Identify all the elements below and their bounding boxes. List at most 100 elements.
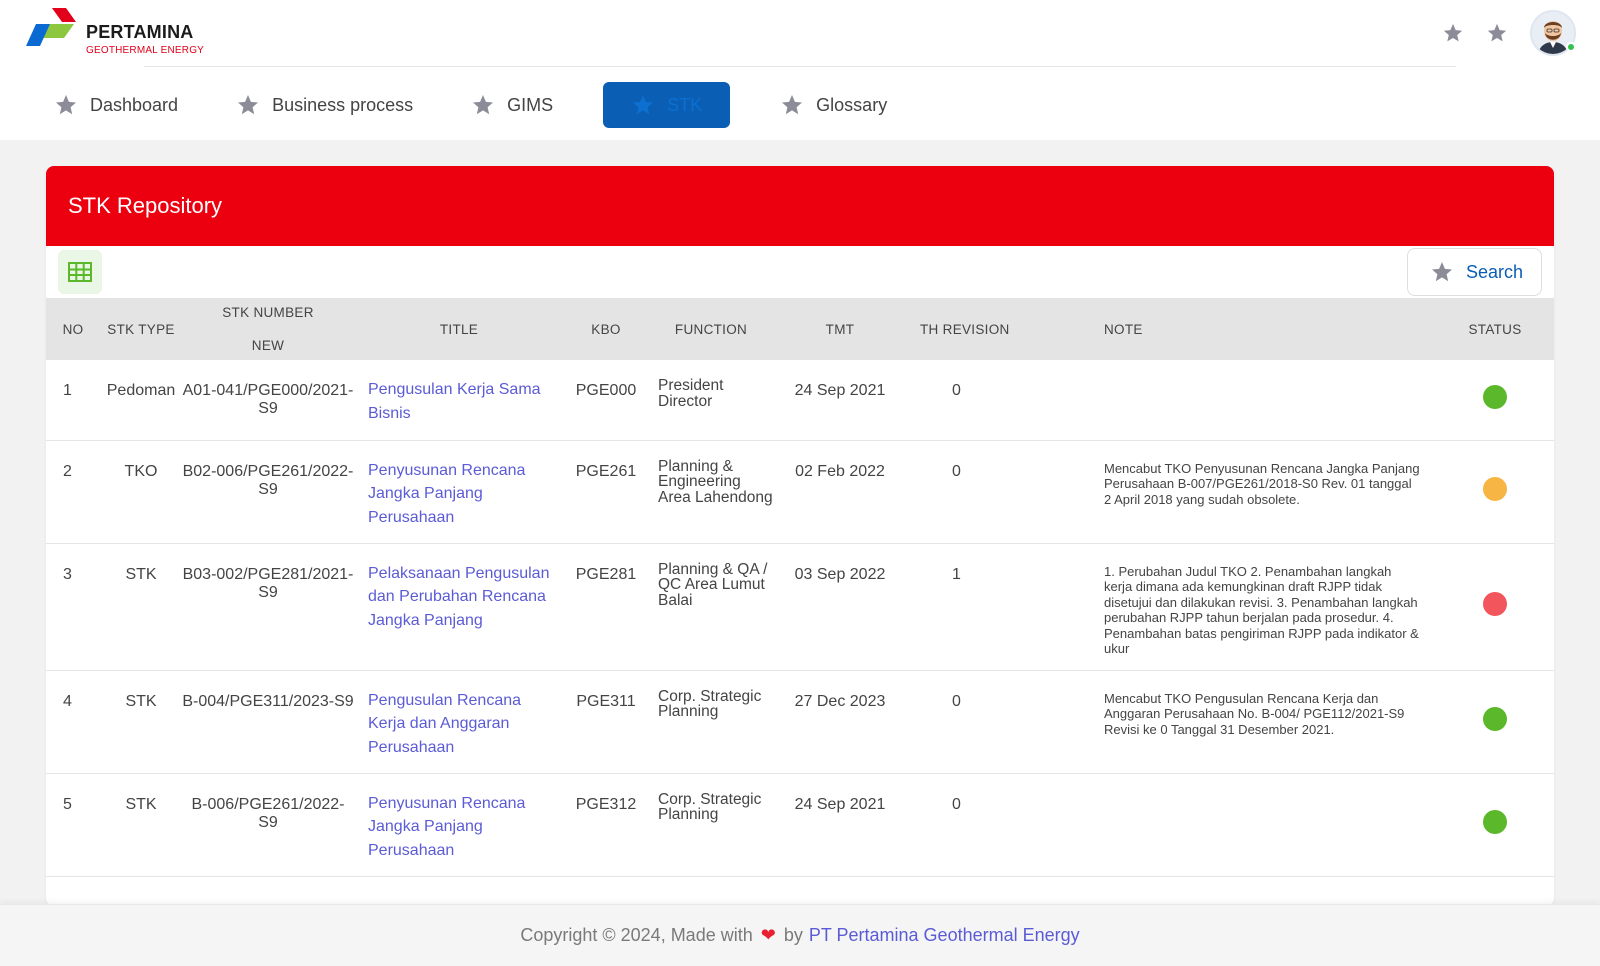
table-row: 2 TKO B02-006/PGE261/2022-S9 Penyusunan … — [46, 440, 1554, 544]
cell-th-revision: 0 — [906, 360, 1096, 441]
nav-item-gims[interactable]: GIMS — [457, 82, 567, 128]
search-label: Search — [1466, 261, 1524, 282]
title-link[interactable]: Penyusunan Rencana Jangka Panjang Perusa… — [368, 462, 525, 526]
cell-no: 1 — [46, 360, 100, 441]
col-header-tmt[interactable]: TMT — [774, 298, 906, 360]
col-header-kbo[interactable]: KBO — [564, 298, 648, 360]
cell-title: Penyusunan Rencana Jangka Panjang Perusa… — [354, 773, 564, 877]
cell-tmt: 24 Sep 2021 — [774, 360, 906, 441]
cell-no: 4 — [46, 670, 100, 774]
heart-icon: ❤ — [760, 925, 776, 945]
status-indicator-dot — [1483, 707, 1507, 731]
nav-item-stk[interactable]: STK — [603, 82, 731, 128]
cell-note: 1. Perubahan Judul TKO 2. Penambahan lan… — [1096, 543, 1436, 671]
col-header-no[interactable]: NO — [46, 298, 100, 360]
title-link[interactable]: Pelaksanaan Pengusulan dan Perubahan Ren… — [368, 565, 549, 629]
title-link[interactable]: Pengusulan Kerja Sama Bisnis — [368, 381, 541, 422]
cell-kbo: PGE000 — [564, 360, 648, 441]
stk-repository-card: STK Repository Search NO STK TYPE STK NU… — [46, 166, 1554, 906]
search-button[interactable]: Search — [1407, 248, 1542, 296]
cell-kbo: PGE281 — [564, 543, 648, 671]
pertamina-logo[interactable]: PERTAMINA GEOTHERMAL ENERGY — [26, 8, 206, 58]
cell-function: Planning & QA / QC Area Lumut Balai — [648, 543, 774, 671]
logo-subtitle: GEOTHERMAL ENERGY — [86, 45, 205, 56]
cell-stk-number: B02-006/PGE261/2022-S9 — [182, 440, 354, 544]
cell-tmt: 03 Sep 2022 — [774, 543, 906, 671]
star-icon — [54, 93, 78, 117]
title-link[interactable]: Penyusunan Rencana Jangka Panjang Perusa… — [368, 795, 525, 859]
cell-tmt: 02 Feb 2022 — [774, 440, 906, 544]
star-icon[interactable] — [1486, 22, 1508, 44]
cell-function: Corp. Strategic Planning — [648, 670, 774, 774]
footer-copyright: Copyright © 2024, Made with — [520, 925, 753, 945]
nav-item-glossary[interactable]: Glossary — [766, 82, 901, 128]
cell-title: Pelaksanaan Pengusulan dan Perubahan Ren… — [354, 543, 564, 671]
cell-status — [1436, 543, 1554, 671]
star-icon — [1430, 260, 1454, 284]
table-row: 1 Pedoman A01-041/PGE000/2021-S9 Pengusu… — [46, 360, 1554, 441]
cell-note — [1096, 360, 1436, 441]
col-header-stk-number-sub: NEW — [251, 338, 285, 353]
col-header-status[interactable]: STATUS — [1436, 298, 1554, 360]
cell-th-revision: 0 — [906, 773, 1096, 877]
table-row: 3 STK B03-002/PGE281/2021-S9 Pelaksanaan… — [46, 543, 1554, 671]
cell-stk-type: Pedoman — [100, 360, 182, 441]
cell-title: Penyusunan Rencana Jangka Panjang Perusa… — [354, 440, 564, 544]
table-header-row: NO STK TYPE STK NUMBER NEW TITLE KBO FUN… — [46, 298, 1554, 360]
nav-item-dashboard[interactable]: Dashboard — [40, 82, 192, 128]
cell-kbo: PGE311 — [564, 670, 648, 774]
cell-stk-number: A01-041/PGE000/2021-S9 — [182, 360, 354, 441]
star-icon — [236, 93, 260, 117]
card-title: STK Repository — [68, 193, 223, 218]
cell-no: 5 — [46, 773, 100, 877]
table-grid-button[interactable] — [58, 250, 102, 294]
table-row: 4 STK B-004/PGE311/2023-S9 Pengusulan Re… — [46, 670, 1554, 774]
cell-status — [1436, 440, 1554, 544]
status-indicator-dot — [1483, 592, 1507, 616]
cell-th-revision: 0 — [906, 440, 1096, 544]
cell-status — [1436, 670, 1554, 774]
cell-function: Corp. Strategic Planning — [648, 773, 774, 877]
table-grid-icon — [68, 262, 92, 282]
col-header-note[interactable]: NOTE — [1096, 298, 1436, 360]
header-actions — [1442, 8, 1576, 58]
table-toolbar: Search — [46, 246, 1554, 298]
main-nav: Dashboard Business process GIMS STK Glos… — [40, 82, 931, 128]
table-row: 5 STK B-006/PGE261/2022-S9 Penyusunan Re… — [46, 773, 1554, 877]
nav-label: STK — [667, 94, 703, 115]
cell-function: Planning & Engineering Area Lahendong — [648, 440, 774, 544]
user-avatar[interactable] — [1530, 10, 1576, 56]
col-header-title[interactable]: TITLE — [354, 298, 564, 360]
status-indicator-dot — [1483, 477, 1507, 501]
nav-label: GIMS — [507, 94, 554, 115]
cell-function: President Director — [648, 360, 774, 441]
footer-company-link[interactable]: PT Pertamina Geothermal Energy — [809, 925, 1080, 946]
star-icon — [631, 93, 655, 117]
cell-stk-number: B-006/PGE261/2022-S9 — [182, 773, 354, 877]
cell-tmt: 24 Sep 2021 — [774, 773, 906, 877]
star-icon — [471, 93, 495, 117]
cell-note — [1096, 773, 1436, 877]
pertamina-logo-icon — [26, 8, 76, 46]
nav-label: Dashboard — [90, 94, 179, 115]
title-link[interactable]: Pengusulan Rencana Kerja dan Anggaran Pe… — [368, 692, 521, 756]
cell-note: Mencabut TKO Penyusunan Rencana Jangka P… — [1096, 440, 1436, 544]
cell-no: 2 — [46, 440, 100, 544]
cell-kbo: PGE312 — [564, 773, 648, 877]
star-icon[interactable] — [1442, 22, 1464, 44]
col-header-function[interactable]: FUNCTION — [648, 298, 774, 360]
nav-label: Business process — [272, 94, 414, 115]
col-header-th-revision[interactable]: TH REVISION — [906, 298, 1096, 360]
col-header-stk-type[interactable]: STK TYPE — [100, 298, 182, 360]
cell-stk-type: TKO — [100, 440, 182, 544]
cell-kbo: PGE261 — [564, 440, 648, 544]
nav-item-business-process[interactable]: Business process — [222, 82, 427, 128]
online-status-indicator — [1566, 42, 1576, 52]
nav-label: Glossary — [816, 94, 888, 115]
stk-table: NO STK TYPE STK NUMBER NEW TITLE KBO FUN… — [46, 298, 1554, 877]
cell-title: Pengusulan Kerja Sama Bisnis — [354, 360, 564, 441]
col-header-stk-number[interactable]: STK NUMBER NEW — [182, 298, 354, 360]
logo-wordmark: PERTAMINA — [86, 22, 194, 42]
cell-stk-type: STK — [100, 773, 182, 877]
star-icon — [780, 93, 804, 117]
